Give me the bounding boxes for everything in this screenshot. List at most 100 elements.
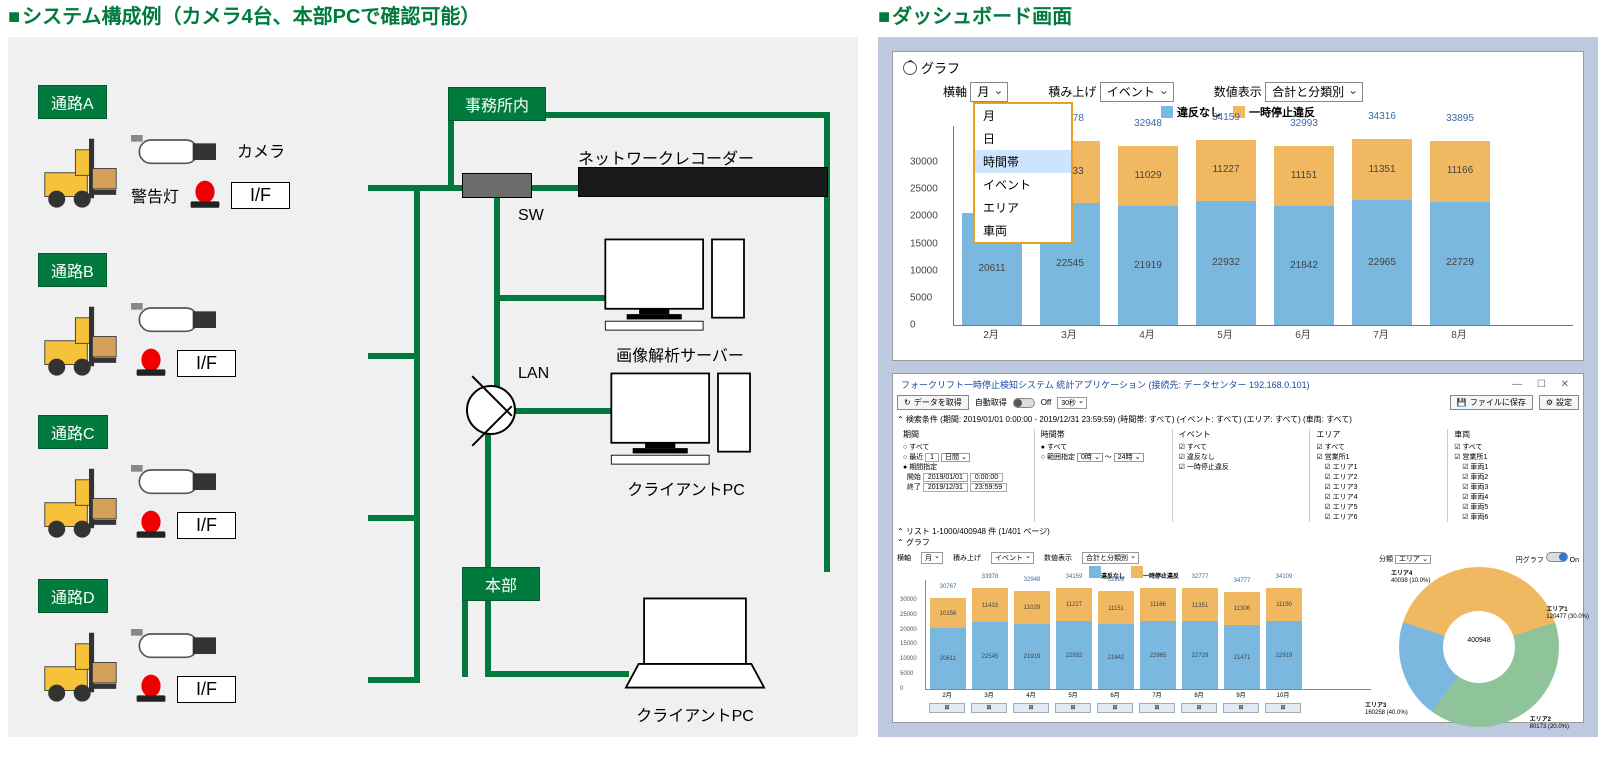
camera-icon bbox=[131, 125, 231, 175]
sw-label: SW bbox=[518, 207, 544, 225]
axis-option[interactable]: 月 bbox=[975, 104, 1071, 127]
camera-icon bbox=[131, 293, 231, 343]
slice-label: エリア1120477 (30.0%) bbox=[1546, 607, 1589, 621]
num-select[interactable]: 合計と分類別 bbox=[1265, 82, 1363, 102]
recent-n[interactable]: 1 bbox=[925, 453, 939, 462]
alarm-label: 警告灯 bbox=[131, 183, 179, 207]
image-server: 画像解析サーバー bbox=[600, 233, 760, 366]
start-time[interactable]: 0:00:00 bbox=[970, 473, 1003, 482]
search-condition: ⌃ 検索条件 (期間: 2019/01/01 0:00:00 - 2019/12… bbox=[897, 414, 1579, 425]
forklift-icon bbox=[38, 456, 123, 541]
switch-icon bbox=[462, 173, 532, 198]
lan-icon bbox=[466, 385, 516, 435]
num-label: 数値表示 bbox=[1214, 85, 1262, 99]
axis-option[interactable]: イベント bbox=[975, 173, 1071, 196]
donut-cat-select[interactable]: エリア bbox=[1395, 555, 1431, 564]
legend-swatch-blue bbox=[1161, 106, 1173, 118]
left-title: システム構成例（カメラ4台、本部PCで確認可能） bbox=[8, 0, 858, 29]
desktop-icon bbox=[600, 233, 760, 333]
axis-label: 横軸 bbox=[943, 85, 967, 99]
mini-chart: 横軸 月 積み上げ イベント 数値表示 合計と分類別 違反なし 一時停止違反 0… bbox=[897, 552, 1371, 727]
time-from[interactable]: 0時 bbox=[1077, 453, 1103, 462]
auto-fetch-toggle[interactable] bbox=[1013, 398, 1035, 408]
vehicle-all[interactable]: すべて bbox=[1454, 442, 1573, 452]
area-item[interactable]: エリア5 bbox=[1324, 502, 1435, 512]
donut-lbl: 円グラフ bbox=[1516, 557, 1544, 564]
alarm-icon bbox=[131, 347, 171, 379]
timeslot-range[interactable]: 範囲指定 bbox=[1041, 454, 1075, 461]
vehicle-item[interactable]: 車両2 bbox=[1462, 472, 1573, 482]
vehicle-item[interactable]: 車両1 bbox=[1462, 462, 1573, 472]
axis-option[interactable]: 時間帯 bbox=[975, 150, 1071, 173]
vehicle-item[interactable]: 車両6 bbox=[1462, 512, 1573, 522]
donut-toggle[interactable] bbox=[1546, 552, 1568, 562]
window-buttons[interactable]: — ☐ ✕ bbox=[1512, 379, 1575, 390]
mini-xticks: 2月3月4月5月6月7月8月9月10月 bbox=[929, 690, 1371, 699]
axis-option[interactable]: エリア bbox=[975, 196, 1071, 219]
area-group[interactable]: 営業所1 bbox=[1316, 452, 1435, 462]
area-item[interactable]: エリア3 bbox=[1324, 482, 1435, 492]
axis-dropdown[interactable]: 月 日 時間帯 イベント エリア 車両 bbox=[973, 102, 1073, 244]
event-all[interactable]: すべて bbox=[1179, 442, 1298, 452]
app-title: フォークリフト一時停止検知システム 統計アプリケーション (接続先: データセン… bbox=[901, 378, 1310, 391]
scrub-row[interactable]: ⊞⊞⊞⊞⊞⊞⊞⊞⊞ bbox=[929, 703, 1371, 713]
mini-axis-select[interactable]: 月 bbox=[921, 552, 943, 564]
period-range[interactable]: 期間指定 bbox=[903, 462, 1022, 472]
client-label: クライアントPC bbox=[606, 476, 766, 500]
time-to[interactable]: 24時 bbox=[1114, 453, 1144, 462]
area-item[interactable]: エリア4 bbox=[1324, 492, 1435, 502]
period-hdr: 期間 bbox=[903, 429, 1022, 440]
slice-label: エリア440038 (10.0%) bbox=[1391, 571, 1430, 585]
laptop-icon bbox=[620, 593, 770, 693]
auto-fetch-off: Off bbox=[1041, 398, 1052, 407]
event-item[interactable]: 違反なし bbox=[1179, 452, 1298, 462]
area-item[interactable]: エリア2 bbox=[1324, 472, 1435, 482]
end-date[interactable]: 2019/12/31 bbox=[923, 483, 968, 492]
area-all[interactable]: すべて bbox=[1316, 442, 1435, 452]
axis-option[interactable]: 車両 bbox=[975, 219, 1071, 242]
dashboard: グラフ 横軸 月 積み上げ イベント 数値表示 合計と分類別 月 日 時間帯 イ… bbox=[878, 37, 1598, 737]
area-item[interactable]: エリア6 bbox=[1324, 512, 1435, 522]
lane-label-d: 通路D bbox=[38, 579, 108, 613]
vehicle-item[interactable]: 車両4 bbox=[1462, 492, 1573, 502]
vehicle-item[interactable]: 車両5 bbox=[1462, 502, 1573, 512]
area-item[interactable]: エリア1 bbox=[1324, 462, 1435, 472]
mini-num-select[interactable]: 合計と分類別 bbox=[1082, 552, 1139, 564]
mini-stack-select[interactable]: イベント bbox=[991, 552, 1034, 564]
fetch-button[interactable]: ↻ データを取得 bbox=[897, 395, 969, 410]
slice-label: エリア3160258 (40.0%) bbox=[1365, 703, 1408, 717]
vehicle-group[interactable]: 営業所1 bbox=[1454, 452, 1573, 462]
hq-laptop: クライアントPC bbox=[620, 593, 770, 726]
mini-axis-lbl: 横軸 bbox=[897, 553, 911, 563]
stack-select[interactable]: イベント bbox=[1100, 82, 1174, 102]
if-box: I/F bbox=[177, 676, 236, 703]
stack-label: 積み上げ bbox=[1048, 85, 1096, 99]
axis-option[interactable]: 日 bbox=[975, 127, 1071, 150]
server-label: 画像解析サーバー bbox=[600, 342, 760, 366]
camera-label: カメラ bbox=[237, 138, 285, 162]
filter-grid: 期間 すべて 最近 1 日間 期間指定 開始 2019/01/01 0:00:0… bbox=[897, 429, 1579, 522]
start-date[interactable]: 2019/01/01 bbox=[923, 473, 968, 482]
collapse-icon[interactable] bbox=[903, 61, 917, 75]
alarm-icon bbox=[185, 179, 225, 211]
timeslot-all[interactable]: すべて bbox=[1041, 442, 1160, 452]
nvr-label: ネットワークレコーダー bbox=[578, 145, 754, 169]
timeslot-hdr: 時間帯 bbox=[1041, 429, 1160, 440]
vehicle-item[interactable]: 車両3 bbox=[1462, 482, 1573, 492]
if-box: I/F bbox=[231, 182, 290, 209]
event-item[interactable]: 一時停止違反 bbox=[1179, 462, 1298, 472]
lane-label-b: 通路B bbox=[38, 253, 107, 287]
donut-panel: 分類 エリア 円グラフ On 400948 エリア1120477 (30.0%)… bbox=[1379, 552, 1579, 727]
interval-select[interactable]: 30秒 bbox=[1057, 397, 1087, 409]
forklift-icon bbox=[38, 620, 123, 705]
period-recent[interactable]: 最近 bbox=[903, 454, 923, 461]
end-time[interactable]: 23:59:59 bbox=[970, 483, 1007, 492]
office-label: 事務所内 bbox=[448, 87, 546, 121]
axis-select[interactable]: 月 bbox=[970, 82, 1008, 102]
recent-unit[interactable]: 日間 bbox=[941, 453, 970, 462]
period-all[interactable]: すべて bbox=[903, 442, 1022, 452]
auto-fetch-label: 自動取得 bbox=[975, 397, 1007, 408]
save-button[interactable]: 💾 ファイルに保存 bbox=[1450, 395, 1533, 410]
chart-xticks: 2月3月4月5月6月7月8月 bbox=[961, 326, 1573, 341]
settings-button[interactable]: ⚙ 設定 bbox=[1539, 395, 1579, 410]
